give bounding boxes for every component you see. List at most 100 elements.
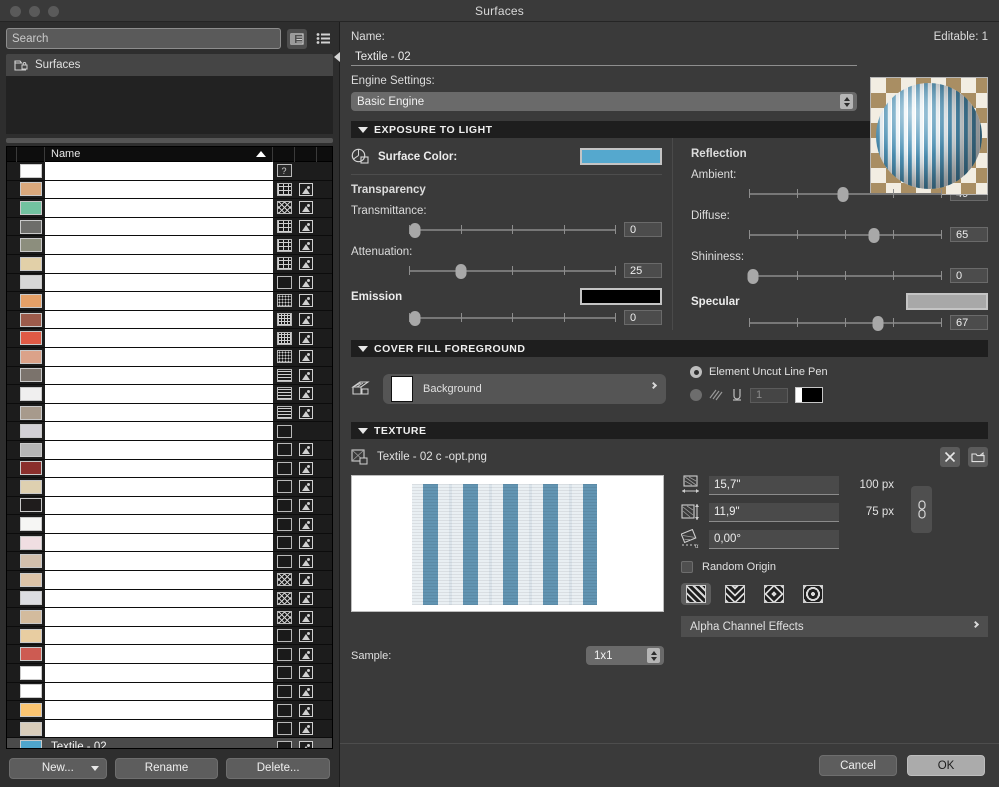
row-name-cell[interactable] <box>45 366 273 385</box>
table-row[interactable] <box>7 385 332 404</box>
table-row[interactable] <box>7 552 332 572</box>
row-name-cell[interactable] <box>45 292 273 310</box>
slider-knob[interactable] <box>837 186 849 202</box>
row-name-cell[interactable] <box>45 533 273 552</box>
random-origin-checkbox[interactable] <box>681 561 693 573</box>
custom-pen-color-swatch[interactable] <box>795 387 823 403</box>
table-row[interactable] <box>7 626 332 646</box>
row-name-cell[interactable] <box>45 552 273 571</box>
row-name-cell[interactable] <box>45 626 273 645</box>
surface-color-swatch[interactable] <box>580 148 662 165</box>
rename-surface-button[interactable]: Rename <box>114 757 219 779</box>
new-surface-button[interactable]: New... <box>9 757 107 779</box>
table-row[interactable] <box>7 719 332 739</box>
maximize-button[interactable] <box>48 5 59 17</box>
row-name-cell[interactable] <box>45 347 273 366</box>
folder-tree-body[interactable] <box>6 76 333 134</box>
diffuse-value[interactable]: 65 <box>950 227 988 242</box>
attenuation-value[interactable]: 25 <box>624 263 662 278</box>
row-name-cell[interactable] <box>45 664 273 682</box>
table-row[interactable] <box>7 254 332 274</box>
transmittance-slider[interactable] <box>409 222 616 238</box>
table-col-name[interactable]: Name <box>45 147 273 162</box>
element-uncut-line-pen-option[interactable]: Element Uncut Line Pen <box>690 366 828 378</box>
tile-mode-radial-button[interactable] <box>798 583 828 605</box>
table-row[interactable] <box>7 310 332 330</box>
remove-texture-button[interactable] <box>940 447 960 467</box>
sample-select[interactable]: 1x1 <box>586 646 664 665</box>
table-row[interactable]: ? <box>7 162 332 181</box>
window-controls[interactable] <box>10 0 59 22</box>
delete-surface-button[interactable]: Delete... <box>226 757 330 779</box>
tile-mode-none-button[interactable] <box>681 583 711 605</box>
browse-texture-button[interactable] <box>968 447 988 467</box>
row-name-cell[interactable] <box>45 254 273 273</box>
row-name-cell[interactable]: Textile - 02 <box>45 738 273 748</box>
slider-knob[interactable] <box>455 263 466 279</box>
tile-mode-mirror-both-button[interactable] <box>759 583 789 605</box>
row-name-cell[interactable] <box>45 329 273 347</box>
specular-slider[interactable] <box>749 315 942 331</box>
tile-mode-mirror-horizontal-button[interactable] <box>720 583 750 605</box>
table-row[interactable] <box>7 236 332 255</box>
texture-width-input[interactable] <box>709 475 839 495</box>
table-row[interactable] <box>7 459 332 479</box>
table-row[interactable] <box>7 217 332 237</box>
panel-splitter[interactable] <box>6 138 333 143</box>
texture-preview[interactable] <box>351 475 664 612</box>
random-origin-row[interactable]: Random Origin <box>681 561 988 573</box>
texture-height-input[interactable] <box>709 502 839 522</box>
cover-fill-selector[interactable]: Background <box>383 374 666 404</box>
table-row[interactable] <box>7 496 332 516</box>
emission-value[interactable]: 0 <box>624 310 662 325</box>
row-name-cell[interactable] <box>45 403 273 422</box>
minimize-button[interactable] <box>29 5 40 17</box>
table-row[interactable] <box>7 664 332 683</box>
stepper-icon[interactable] <box>647 648 660 663</box>
shininess-value[interactable]: 0 <box>950 268 988 283</box>
row-name-cell[interactable] <box>45 180 273 199</box>
table-row[interactable] <box>7 329 332 348</box>
table-row[interactable] <box>7 199 332 218</box>
folder-view-button[interactable] <box>287 28 307 49</box>
row-name-cell[interactable] <box>45 385 273 403</box>
row-name-cell[interactable] <box>45 589 273 608</box>
radio-selected-icon[interactable] <box>690 366 702 378</box>
custom-line-pen-option[interactable]: 1 <box>690 387 828 403</box>
row-name-cell[interactable] <box>45 571 273 589</box>
search-input[interactable] <box>6 28 281 49</box>
cancel-button[interactable]: Cancel <box>819 755 897 776</box>
ambient-slider[interactable] <box>749 186 942 202</box>
table-row[interactable] <box>7 589 332 609</box>
alpha-channel-effects-button[interactable]: Alpha Channel Effects <box>681 616 988 637</box>
table-row[interactable] <box>7 347 332 367</box>
slider-knob[interactable] <box>868 227 880 243</box>
row-name-cell[interactable] <box>45 515 273 533</box>
folder-header-row[interactable]: Surfaces <box>6 54 333 76</box>
section-cover-fill-foreground[interactable]: COVER FILL FOREGROUND <box>351 340 988 357</box>
row-name-cell[interactable] <box>45 701 273 719</box>
row-name-cell[interactable] <box>45 273 273 292</box>
table-row[interactable] <box>7 515 332 534</box>
slider-knob[interactable] <box>872 315 884 331</box>
table-row[interactable]: Textile - 02 <box>7 738 332 748</box>
emission-color-swatch[interactable] <box>580 288 662 305</box>
table-row[interactable] <box>7 608 332 627</box>
specular-color-swatch[interactable] <box>906 293 988 310</box>
surface-name-input[interactable] <box>351 48 857 66</box>
row-name-cell[interactable] <box>45 459 273 478</box>
list-view-button[interactable] <box>313 29 333 49</box>
emission-slider[interactable] <box>409 310 616 326</box>
row-name-cell[interactable] <box>45 199 273 217</box>
ok-button[interactable]: OK <box>907 755 985 776</box>
table-row[interactable] <box>7 533 332 553</box>
custom-pen-number[interactable]: 1 <box>750 387 788 403</box>
close-button[interactable] <box>10 5 21 17</box>
radio-unselected-icon[interactable] <box>690 389 702 401</box>
table-row[interactable] <box>7 292 332 311</box>
row-name-cell[interactable] <box>45 162 273 180</box>
row-name-cell[interactable] <box>45 608 273 626</box>
transmittance-value[interactable]: 0 <box>624 222 662 237</box>
row-name-cell[interactable] <box>45 645 273 664</box>
table-row[interactable] <box>7 701 332 720</box>
